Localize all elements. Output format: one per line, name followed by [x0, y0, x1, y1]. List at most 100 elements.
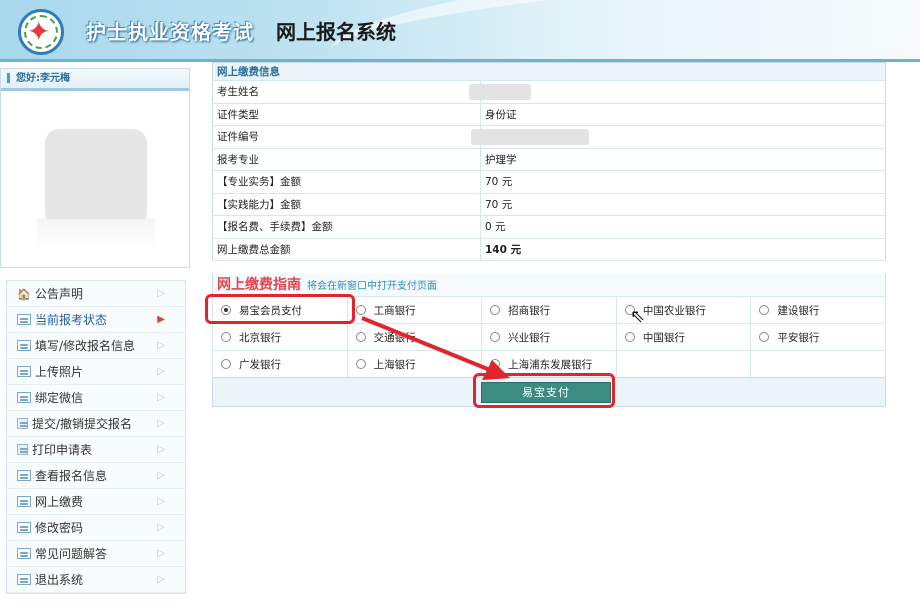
row-label: 网上缴费总金额 [212, 238, 481, 261]
guide-note: 将会在新窗口中打开支付页面 [307, 281, 437, 292]
app-header: ✦ 护士执业资格考试 网上报名系统 [0, 0, 920, 62]
sidebar-item-current-status[interactable]: 当前报考状态 ▶ [7, 307, 185, 333]
row-label: 【实践能力】金额 [212, 193, 481, 216]
bank-option-bank-of-beijing[interactable]: 北京银行 [212, 323, 348, 351]
section-title: 网上缴费信息 [212, 62, 886, 81]
system-title: 护士执业资格考试 [86, 20, 254, 44]
sidebar-item-logout[interactable]: 退出系统 ▷ [7, 567, 185, 593]
table-row: 报考专业 护理学 [212, 148, 886, 171]
document-icon [17, 444, 28, 455]
sidebar-item-print-form[interactable]: 打印申请表 ▷ [7, 437, 185, 463]
sidebar-item-submit-registration[interactable]: 提交/撤销提交报名 ▷ [7, 411, 185, 437]
radio-icon[interactable] [759, 331, 770, 342]
radio-icon[interactable] [624, 331, 635, 342]
row-value: 身份证 [480, 103, 886, 126]
greeting-marker-icon [7, 73, 10, 83]
chevron-right-icon: ▷ [157, 496, 165, 507]
redacted-name [469, 83, 531, 100]
list-icon [17, 470, 31, 481]
chevron-right-icon: ▷ [157, 392, 165, 403]
sidebar-item-label: 填写/修改报名信息 [35, 339, 136, 353]
logo-star-icon: ✦ [27, 15, 51, 48]
sidebar-item-label: 查看报名信息 [35, 469, 108, 483]
row-value: 70 元 [480, 193, 886, 216]
chevron-right-icon: ▶ [157, 314, 165, 325]
id-number-value [471, 125, 886, 149]
guide-title[interactable]: 网上缴费指南 [217, 277, 301, 293]
bank-option-ping-an[interactable]: 平安银行 [750, 323, 886, 351]
sidebar-item-upload-photo[interactable]: 上传照片 ▷ [7, 359, 185, 385]
sidebar-item-bind-wechat[interactable]: 绑定微信 ▷ [7, 385, 185, 411]
sidebar-item-edit-registration[interactable]: 填写/修改报名信息 ▷ [7, 333, 185, 359]
avatar-reflection [37, 219, 155, 249]
table-row: 考生姓名 [212, 80, 886, 104]
row-value: 70 元 [480, 170, 886, 194]
seal-logo-icon: ✦ [18, 9, 64, 55]
table-row: 网上缴费总金额 140 元 [212, 238, 886, 261]
list-icon [17, 522, 31, 533]
radio-icon[interactable] [759, 304, 770, 315]
sidebar-item-label: 绑定微信 [35, 391, 84, 405]
user-greeting-bar: 您好:李元梅 [1, 69, 189, 91]
table-row: 【报名费、手续费】金额 0 元 [212, 215, 886, 239]
row-label: 证件编号 [212, 125, 481, 149]
sidebar-item-change-password[interactable]: 修改密码 ▷ [7, 515, 185, 541]
system-subtitle: 网上报名系统 [276, 20, 396, 44]
table-row: 证件编号 [212, 125, 886, 149]
sidebar-item-label: 修改密码 [35, 521, 84, 535]
radio-icon[interactable] [221, 331, 231, 342]
payment-guide: 网上缴费指南 将会在新窗口中打开支付页面 [212, 274, 886, 296]
chevron-right-icon: ▷ [157, 470, 165, 481]
sidebar-menu: 公告声明 ▷ 当前报考状态 ▶ 填写/修改报名信息 ▷ 上传照片 ▷ 绑定微信 … [6, 280, 186, 594]
candidate-name-value [469, 80, 886, 104]
bank-row: 北京银行 交通银行 兴业银行 中国银行 平安银行 [212, 323, 886, 351]
list-icon [17, 366, 31, 377]
chevron-right-icon: ▷ [157, 444, 165, 455]
sidebar-item-label: 打印申请表 [32, 443, 93, 457]
sidebar-item-online-payment[interactable]: 网上缴费 ▷ [7, 489, 185, 515]
bank-option-ccb[interactable]: 建设银行 [750, 296, 886, 324]
table-row: 【专业实务】金额 70 元 [212, 170, 886, 194]
document-icon [17, 418, 28, 429]
row-label: 证件类型 [212, 103, 481, 126]
chevron-right-icon: ▷ [157, 366, 165, 377]
sidebar-item-faq[interactable]: 常见问题解答 ▷ [7, 541, 185, 567]
list-icon [17, 314, 31, 325]
table-row: 证件类型 身份证 [212, 103, 886, 126]
sidebar-item-label: 提交/撤销提交报名 [32, 417, 133, 431]
annotation-highlight-selected-option [205, 294, 355, 324]
sidebar-item-label: 退出系统 [35, 573, 84, 587]
table-header-row: 网上缴费信息 [212, 62, 886, 81]
avatar [45, 129, 147, 227]
house-icon [17, 282, 31, 308]
empty-cell [615, 350, 752, 378]
payment-info-panel: 网上缴费信息 考生姓名 证件类型 身份证 证件编号 报考专业 护理学 【专业实务… [212, 62, 886, 261]
sidebar-item-view-registration[interactable]: 查看报名信息 ▷ [7, 463, 185, 489]
annotation-arrow-icon [361, 316, 510, 380]
list-icon [17, 548, 31, 559]
bank-option-cgb[interactable]: 广发银行 [212, 350, 348, 378]
list-icon [17, 340, 31, 351]
radio-icon[interactable] [221, 358, 231, 369]
redacted-id [471, 128, 589, 145]
row-label: 报考专业 [212, 148, 481, 171]
total-amount-value: 140 元 [480, 238, 886, 261]
table-row: 【实践能力】金额 70 元 [212, 193, 886, 216]
user-greeting: 您好:李元梅 [16, 73, 70, 84]
list-icon [17, 392, 31, 403]
row-label: 考生姓名 [212, 80, 481, 104]
sidebar-item-label: 公告声明 [35, 287, 84, 301]
mouse-pointer-icon: ⇖ [630, 306, 646, 327]
row-label: 【专业实务】金额 [212, 170, 481, 194]
chevron-right-icon: ▷ [157, 418, 165, 429]
chevron-right-icon: ▷ [157, 574, 165, 585]
bank-option-boc[interactable]: 中国银行 [615, 323, 752, 351]
sidebar-item-label: 网上缴费 [35, 495, 84, 509]
user-panel: 您好:李元梅 [0, 68, 190, 268]
chevron-right-icon: ▷ [157, 522, 165, 533]
sidebar-item-announcement[interactable]: 公告声明 ▷ [7, 281, 185, 308]
row-value: 0 元 [480, 215, 886, 239]
header-decoration [326, 0, 920, 59]
list-icon [17, 574, 31, 585]
sidebar-item-label: 上传照片 [35, 365, 84, 379]
